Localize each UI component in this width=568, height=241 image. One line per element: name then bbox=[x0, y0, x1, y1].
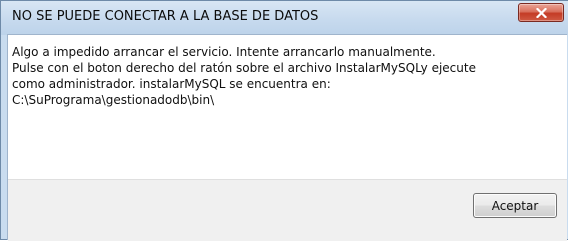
error-message: Algo a impedido arrancar el servicio. In… bbox=[12, 44, 476, 108]
message-line: como administrador. instalarMySQL se enc… bbox=[12, 77, 331, 91]
message-line: C:\SuPrograma\gestionadodb\bin\ bbox=[12, 93, 215, 107]
close-icon bbox=[536, 8, 547, 18]
dialog-title: NO SE PUEDE CONECTAR A LA BASE DE DATOS bbox=[12, 9, 319, 24]
close-button[interactable] bbox=[518, 3, 564, 22]
accept-button[interactable]: Aceptar bbox=[473, 193, 557, 218]
title-bar[interactable]: NO SE PUEDE CONECTAR A LA BASE DE DATOS bbox=[1, 1, 568, 35]
message-line: Pulse con el boton derecho del ratón sob… bbox=[12, 61, 476, 75]
message-line: Algo a impedido arrancar el servicio. In… bbox=[12, 45, 436, 59]
